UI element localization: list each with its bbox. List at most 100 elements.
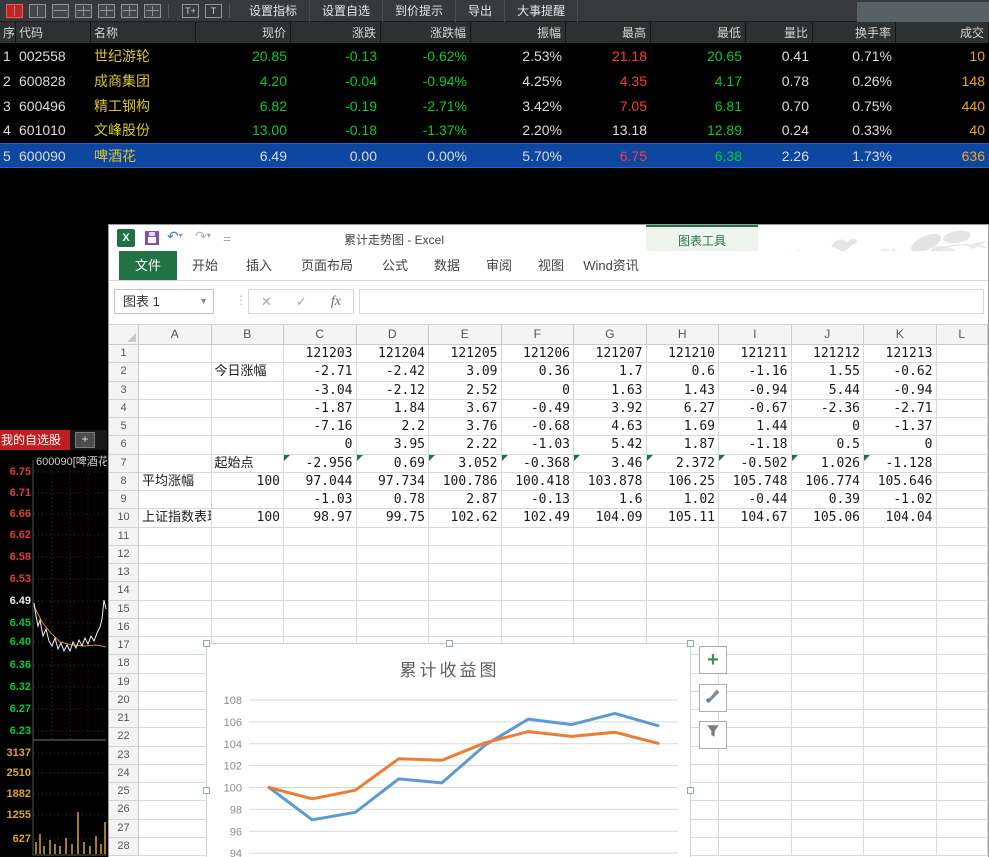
cell-F9[interactable]: -0.13 xyxy=(501,491,574,510)
stock-cell[interactable]: 4.20 xyxy=(196,69,291,94)
cell-K9[interactable]: -1.02 xyxy=(864,491,937,510)
cell-A18[interactable] xyxy=(139,655,212,674)
cell-L3[interactable] xyxy=(936,381,988,400)
cell-D1[interactable]: 121204 xyxy=(356,345,429,364)
row-header-18[interactable]: 18 xyxy=(109,655,139,674)
cell-E12[interactable] xyxy=(429,545,502,564)
cell-L20[interactable] xyxy=(936,691,988,710)
cell-J9[interactable]: 0.39 xyxy=(791,491,864,510)
cell-K3[interactable]: -0.94 xyxy=(864,381,937,400)
cell-I12[interactable] xyxy=(719,545,792,564)
cell-G13[interactable] xyxy=(574,564,647,583)
row-header-9[interactable]: 9 xyxy=(109,491,139,510)
cell-G7[interactable]: 3.46 xyxy=(574,454,647,473)
cell-H16[interactable] xyxy=(646,618,719,637)
cell-I21[interactable] xyxy=(719,710,792,729)
cell-K27[interactable] xyxy=(864,819,937,838)
undo-button[interactable]: ↶▾ xyxy=(167,228,183,245)
cell-K24[interactable] xyxy=(864,764,937,783)
stock-cell[interactable]: 1 xyxy=(0,44,16,69)
cell-D9[interactable]: 0.78 xyxy=(356,491,429,510)
cell-H14[interactable] xyxy=(646,582,719,601)
cell-A6[interactable] xyxy=(139,436,212,455)
cell-E6[interactable]: 2.22 xyxy=(429,436,502,455)
stock-cell[interactable]: 0.78 xyxy=(746,69,813,94)
cell-F10[interactable]: 102.49 xyxy=(501,509,574,528)
cell-E1[interactable]: 121205 xyxy=(429,345,502,364)
enter-formula-icon[interactable]: ✓ xyxy=(296,294,307,310)
cell-A7[interactable] xyxy=(139,454,212,473)
stock-cell[interactable]: 1.73% xyxy=(813,144,896,167)
row-header-20[interactable]: 20 xyxy=(109,691,139,710)
cell-B14[interactable] xyxy=(211,582,284,601)
cell-C15[interactable] xyxy=(284,600,357,619)
cell-C16[interactable] xyxy=(284,618,357,637)
cell-K5[interactable]: -1.37 xyxy=(864,418,937,437)
cell-E14[interactable] xyxy=(429,582,502,601)
cell-L21[interactable] xyxy=(936,710,988,729)
row-header-1[interactable]: 1 xyxy=(109,345,139,364)
row-header-27[interactable]: 27 xyxy=(109,819,139,838)
cell-A3[interactable] xyxy=(139,381,212,400)
cell-D10[interactable]: 99.75 xyxy=(356,509,429,528)
cell-B4[interactable] xyxy=(211,399,284,418)
toolbar-button[interactable]: 设置指标 xyxy=(237,0,311,22)
cell-L1[interactable] xyxy=(936,345,988,364)
cell-E4[interactable]: 3.67 xyxy=(429,399,502,418)
cell-I15[interactable] xyxy=(719,600,792,619)
cell-A1[interactable] xyxy=(139,345,212,364)
stock-cell[interactable]: -0.13 xyxy=(291,44,381,69)
cell-A4[interactable] xyxy=(139,399,212,418)
stock-cell[interactable]: 5 xyxy=(0,144,16,167)
row-header-10[interactable]: 10 xyxy=(109,509,139,528)
cell-C13[interactable] xyxy=(284,564,357,583)
toolbar-button[interactable]: 导出 xyxy=(456,0,506,22)
stock-row[interactable]: 5 600090 啤酒花 6.49 0.00 0.00% 5.70% 6.75 6.38 2.26… xyxy=(0,143,989,168)
row-header-16[interactable]: 16 xyxy=(109,618,139,637)
cell-K22[interactable] xyxy=(864,728,937,747)
row-header-2[interactable]: 2 xyxy=(109,363,139,382)
ribbon-tab-6[interactable]: 审阅 xyxy=(473,251,525,280)
cell-I26[interactable] xyxy=(719,801,792,820)
cell-B1[interactable] xyxy=(211,345,284,364)
cell-B12[interactable] xyxy=(211,545,284,564)
cell-H8[interactable]: 106.25 xyxy=(646,472,719,491)
add-chart-element-button[interactable]: + xyxy=(699,646,727,674)
ribbon-tab-4[interactable]: 公式 xyxy=(369,251,421,280)
toolbar-button[interactable]: 设置自选 xyxy=(310,0,384,22)
cell-J22[interactable] xyxy=(791,728,864,747)
cell-A17[interactable] xyxy=(139,637,212,656)
cell-A5[interactable] xyxy=(139,418,212,437)
stock-cell[interactable]: 3.42% xyxy=(471,94,566,119)
cell-I13[interactable] xyxy=(719,564,792,583)
cell-J3[interactable]: 5.44 xyxy=(791,381,864,400)
cell-H11[interactable] xyxy=(646,527,719,546)
stock-column-header[interactable]: 序号 xyxy=(0,22,16,43)
cell-D16[interactable] xyxy=(356,618,429,637)
cell-K19[interactable] xyxy=(864,673,937,692)
cell-K15[interactable] xyxy=(864,600,937,619)
row-header-25[interactable]: 25 xyxy=(109,783,139,802)
stock-cell[interactable]: -0.18 xyxy=(291,118,381,143)
cell-A8[interactable]: 平均涨幅 xyxy=(139,472,212,491)
row-header-23[interactable]: 23 xyxy=(109,746,139,765)
cell-D11[interactable] xyxy=(356,527,429,546)
cell-L24[interactable] xyxy=(936,764,988,783)
row-header-7[interactable]: 7 xyxy=(109,454,139,473)
cell-I24[interactable] xyxy=(719,764,792,783)
stock-cell[interactable]: 0.24 xyxy=(746,118,813,143)
stock-column-header[interactable]: 最高 xyxy=(566,22,651,43)
cell-I18[interactable] xyxy=(719,655,792,674)
cell-B16[interactable] xyxy=(211,618,284,637)
stock-cell[interactable]: -2.71% xyxy=(381,94,471,119)
cell-A13[interactable] xyxy=(139,564,212,583)
cell-K21[interactable] xyxy=(864,710,937,729)
cell-I25[interactable] xyxy=(719,783,792,802)
stock-cell[interactable]: 0.70 xyxy=(746,94,813,119)
stock-cell[interactable]: 0.00% xyxy=(381,144,471,167)
cell-E16[interactable] xyxy=(429,618,502,637)
column-header-G[interactable]: G xyxy=(574,325,647,345)
cell-A11[interactable] xyxy=(139,527,212,546)
cell-K14[interactable] xyxy=(864,582,937,601)
cell-A22[interactable] xyxy=(139,728,212,747)
